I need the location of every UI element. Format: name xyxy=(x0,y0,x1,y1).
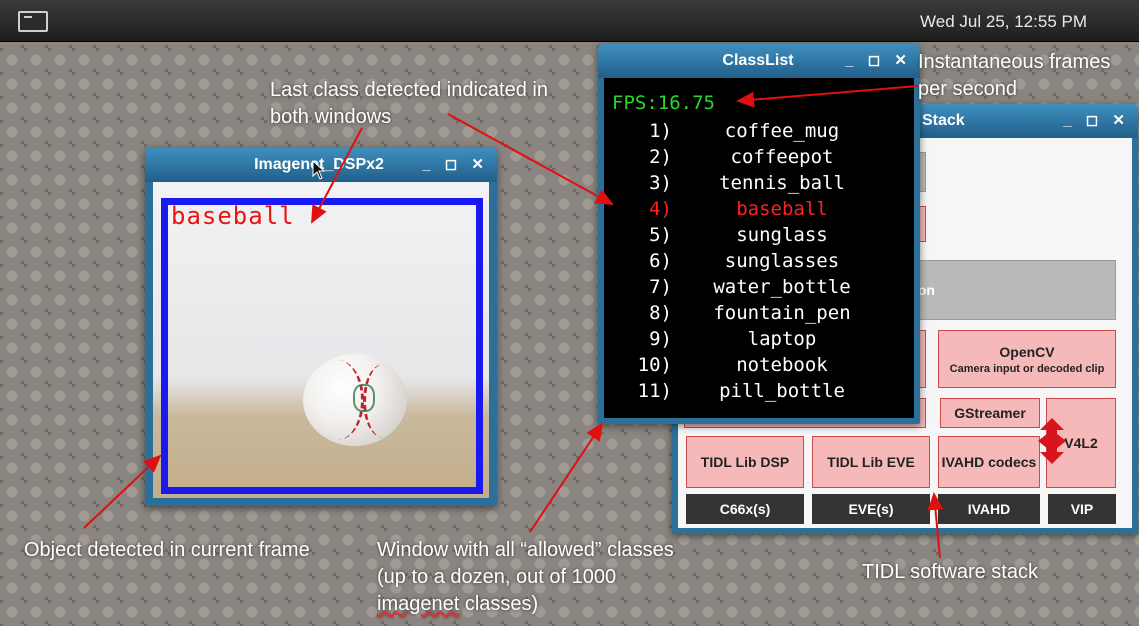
hw-ivahd-label: IVAHD xyxy=(967,501,1011,517)
classlist-window[interactable]: ClassList _ ◻ ✕ FPS:16.75 1) coffee_mug 2)… xyxy=(598,44,920,424)
class-list-item: 4) baseball xyxy=(604,198,914,224)
v4l2-label: V4L2 xyxy=(1064,435,1098,451)
annotation-window-allowed-part3: classes) xyxy=(459,593,539,615)
annotation-window-allowed-part1: Window with all “allowed” classes (up to… xyxy=(377,539,674,588)
window-controls[interactable]: _ ◻ ✕ xyxy=(422,155,489,173)
hw-c66x-box: C66x(s) xyxy=(686,494,804,524)
annotation-fps: Instantaneous frames per second xyxy=(918,51,1111,100)
imagenet-window[interactable]: Imagenet_DSPx2 _ ◻ ✕ baseball xyxy=(145,148,497,506)
class-list-item: 5) sunglass xyxy=(604,224,914,250)
class-list-item: 3) tennis_ball xyxy=(604,172,914,198)
annotation-last-class: Last class detected indicated in both wi… xyxy=(270,79,548,128)
hw-ivahd-box: IVAHD xyxy=(938,494,1040,524)
hw-vip-label: VIP xyxy=(1070,501,1094,517)
opencv-sub-label: Camera input or decoded clip xyxy=(949,362,1105,375)
classlist-console: FPS:16.75 1) coffee_mug 2) coffeepot 3) tenni… xyxy=(604,78,914,418)
class-list-item: 9) laptop xyxy=(604,328,914,354)
class-list-item: 8) fountain_pen xyxy=(604,302,914,328)
hw-c66x-label: C66x(s) xyxy=(719,501,771,517)
annotation-object-detected: Object detected in current frame xyxy=(24,539,310,561)
arrow-to-classlist xyxy=(529,422,604,533)
tidl-dsp-box: TIDL Lib DSP xyxy=(686,436,804,488)
tidl-eve-label: TIDL Lib EVE xyxy=(827,454,915,470)
window-controls[interactable]: _ ◻ ✕ xyxy=(1063,111,1130,129)
gstreamer-label: GStreamer xyxy=(954,405,1026,421)
gstreamer-box: GStreamer xyxy=(940,398,1040,428)
double-arrow-icon xyxy=(1038,418,1066,464)
tidl-eve-box: TIDL Lib EVE xyxy=(812,436,930,488)
ivahd-codecs-box: IVAHD codecs xyxy=(938,436,1040,488)
terminal-icon[interactable] xyxy=(18,11,48,32)
top-panel: Wed Jul 25, 12:55 PM xyxy=(0,0,1139,42)
mouse-cursor-icon xyxy=(312,160,326,180)
class-name: sunglass xyxy=(736,224,828,246)
window-controls[interactable]: _ ◻ ✕ xyxy=(845,51,912,69)
hw-vip-box: VIP xyxy=(1048,494,1116,524)
ivahd-codecs-label: IVAHD codecs xyxy=(941,454,1037,470)
bounding-box xyxy=(161,198,483,494)
opencv-box: OpenCV Camera input or decoded clip xyxy=(938,330,1116,388)
class-name: water_bottle xyxy=(713,276,851,298)
tidl-dsp-label: TIDL Lib DSP xyxy=(700,454,790,470)
stack-title: Stack xyxy=(922,112,965,129)
class-list-item: 1) coffee_mug xyxy=(604,120,914,146)
class-list-item: 6) sunglasses xyxy=(604,250,914,276)
class-name: laptop xyxy=(747,328,817,350)
classlist-titlebar[interactable]: ClassList _ ◻ ✕ xyxy=(598,44,920,78)
hw-eve-label: EVE(s) xyxy=(848,501,894,517)
class-name: fountain_pen xyxy=(713,302,851,324)
annotation-window-allowed: Window with all “allowed” classes (up to… xyxy=(377,537,697,618)
detected-class-label: baseball xyxy=(171,202,295,230)
class-list-item: 2) coffeepot xyxy=(604,146,914,172)
class-name: notebook xyxy=(736,354,828,376)
class-name: coffeepot xyxy=(730,146,834,168)
annotation-tidl-stack: TIDL software stack xyxy=(862,561,1038,583)
class-list-item: 10) notebook xyxy=(604,354,914,380)
opencv-label: OpenCV xyxy=(999,343,1055,360)
fps-readout: FPS:16.75 xyxy=(612,92,715,114)
class-name: pill_bottle xyxy=(719,380,845,402)
class-name: tennis_ball xyxy=(719,172,845,194)
hw-eve-box: EVE(s) xyxy=(812,494,930,524)
annotation-window-allowed-imagenet: imagenet xyxy=(377,593,460,615)
class-list-item: 7) water_bottle xyxy=(604,276,914,302)
camera-frame: baseball xyxy=(153,182,489,498)
class-name: baseball xyxy=(736,198,828,220)
class-name: sunglasses xyxy=(724,250,840,272)
class-list-item: 11) pill_bottle xyxy=(604,380,914,406)
clock[interactable]: Wed Jul 25, 12:55 PM xyxy=(920,12,1087,32)
class-name: coffee_mug xyxy=(724,120,840,142)
